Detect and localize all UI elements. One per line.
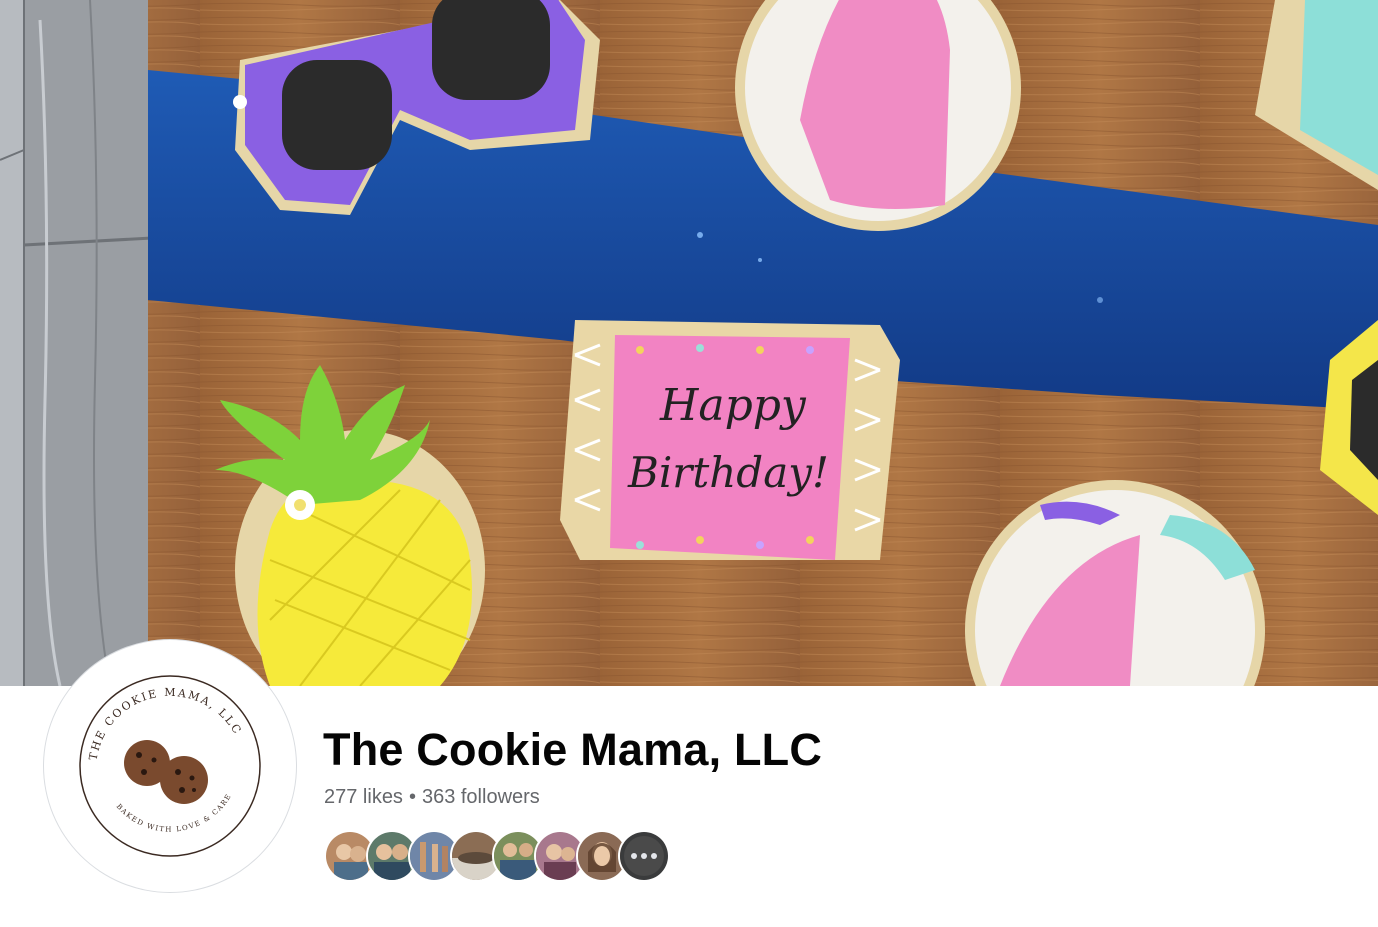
follower-avatars [324, 830, 674, 882]
page-title: The Cookie Mama, LLC [323, 724, 823, 775]
page-stats: 277 likes • 363 followers [324, 786, 540, 809]
profile-picture[interactable]: THE COOKIE MAMA, LLC BAKED WITH LOVE & C… [44, 640, 296, 892]
stats-separator: • [408, 786, 416, 808]
cookie-text-birthday: Birthday! [627, 448, 829, 497]
followers-link[interactable]: 363 followers [422, 786, 540, 808]
cookie-text-happy: Happy [659, 380, 807, 431]
cover-photo[interactable]: Happy Birthday! [0, 0, 1378, 686]
likes-link[interactable]: 277 likes [324, 786, 403, 808]
happy-birthday-cookie: Happy Birthday! [560, 320, 900, 560]
more-followers-icon[interactable] [618, 830, 670, 882]
